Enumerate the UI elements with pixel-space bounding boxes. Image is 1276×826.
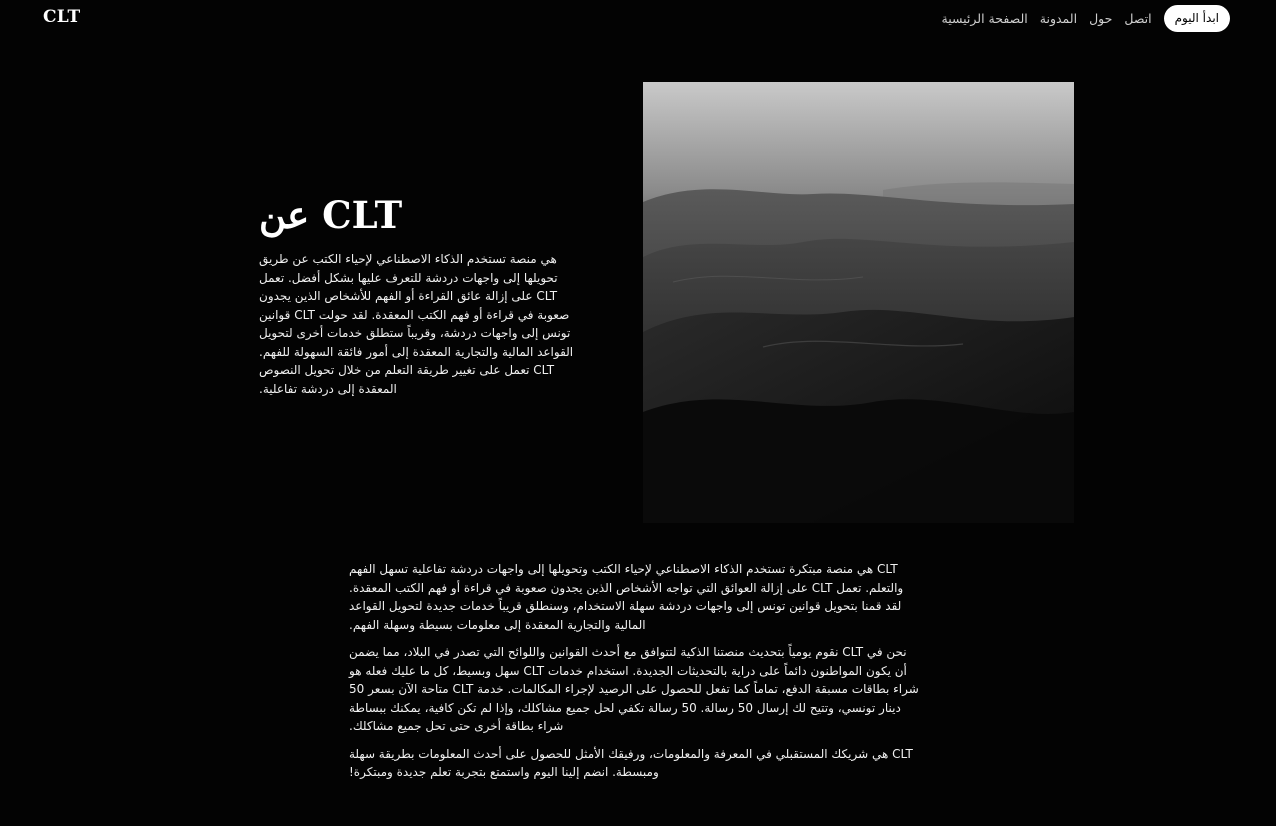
start-today-button[interactable]: ابدأ اليوم (1163, 5, 1230, 32)
nav-link-contact[interactable]: اتصل (1124, 6, 1151, 32)
page-title: عن CLT (259, 193, 403, 237)
body-paragraph: نحن في CLT نقوم يومياً بتحديث منصتنا الذ… (349, 645, 919, 733)
desert-dunes-image (643, 82, 1074, 523)
hero-description: هي منصة تستخدم الذكاء الاصطناعي لإحياء ا… (259, 252, 574, 396)
nav-link-blog[interactable]: المدونة (1040, 6, 1077, 32)
nav-links: الصفحة الرئيسية المدونة حول اتصل ابدأ ال… (942, 5, 1230, 32)
body-paragraph: CLT هي شريكك المستقبلي في المعرفة والمعل… (349, 746, 913, 780)
nav-link-about[interactable]: حول (1089, 6, 1112, 32)
site-logo[interactable]: CLT (43, 7, 80, 27)
body-paragraph: CLT هي منصة مبتكرة تستخدم الذكاء الاصطنا… (349, 562, 904, 632)
page: CLT الصفحة الرئيسية المدونة حول اتصل ابد… (0, 0, 1276, 826)
about-body: CLT هي منصة مبتكرة تستخدم الذكاء الاصطنا… (349, 560, 919, 791)
nav-link-home[interactable]: الصفحة الرئيسية (942, 6, 1028, 32)
top-nav: CLT الصفحة الرئيسية المدونة حول اتصل ابد… (0, 0, 1276, 38)
